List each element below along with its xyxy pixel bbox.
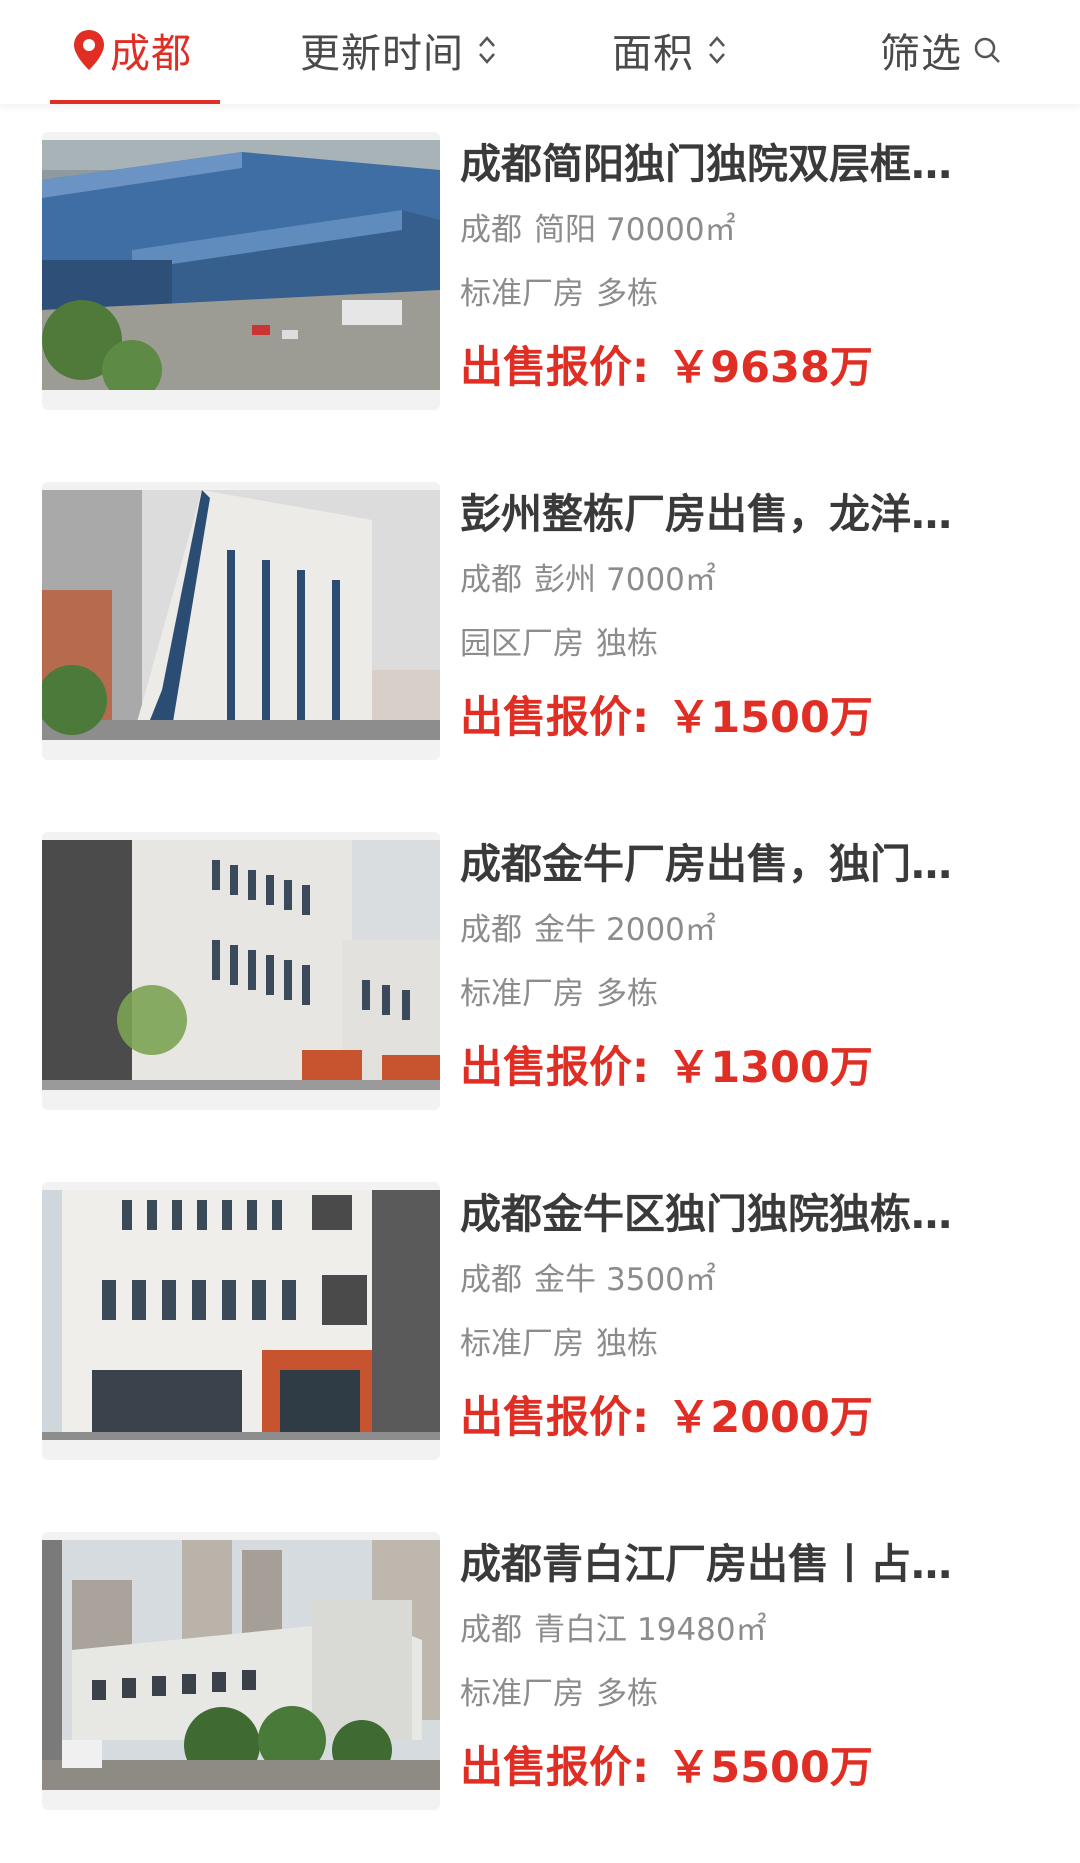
listing-price: 出售报价: ￥5500万 [460, 1738, 1020, 1798]
office-building-photo [42, 840, 440, 1090]
price-value: ￥9638万 [667, 343, 873, 393]
tall-factory-building-photo [42, 490, 440, 740]
price-label: 出售报价: [460, 693, 650, 743]
listing-title[interactable]: 成都简阳独门独院双层框… [460, 136, 1020, 192]
filter-button[interactable]: 筛选 [880, 20, 1002, 80]
listing-type: 园区厂房 [460, 626, 584, 662]
listing-area: 19480㎡ [637, 1612, 767, 1648]
listing-price: 出售报价: ￥1500万 [460, 688, 1020, 748]
sort-update-time-label: 更新时间 [300, 31, 464, 77]
search-icon [974, 37, 1000, 63]
listing-thumbnail[interactable] [42, 1182, 440, 1460]
filter-bar: 成都 更新时间 面积 筛选 [0, 0, 1080, 104]
listing-card[interactable]: 成都金牛厂房出售，独门… 成都 金牛 2000㎡ 标准厂房 多栋 出售报价: ￥1300… [0, 804, 1080, 1110]
listing-price: 出售报价: ￥9638万 [460, 338, 1020, 398]
listing-info: 成都金牛厂房出售，独门… 成都 金牛 2000㎡ 标准厂房 多栋 出售报价: ￥1300… [460, 832, 1020, 1098]
modern-building-photo [42, 1190, 440, 1440]
listing-card[interactable]: 成都简阳独门独院双层框… 成都 简阳 70000㎡ 标准厂房 多栋 出售报价: ￥963… [0, 104, 1080, 410]
listing-title[interactable]: 成都金牛厂房出售，独门… [460, 836, 1020, 892]
listing-tags: 园区厂房 独栋 [460, 622, 1020, 666]
listing-city: 成都 [460, 912, 522, 948]
location-pin-icon [74, 30, 104, 70]
price-value: ￥5500万 [667, 1743, 873, 1793]
listing-thumbnail[interactable] [42, 832, 440, 1110]
listing-building: 多栋 [596, 1676, 658, 1712]
listing-info: 彭州整栋厂房出售，龙洋… 成都 彭州 7000㎡ 园区厂房 独栋 出售报价: ￥1500… [460, 482, 1020, 748]
listing-card[interactable]: 彭州整栋厂房出售，龙洋… 成都 彭州 7000㎡ 园区厂房 独栋 出售报价: ￥1500… [0, 454, 1080, 760]
listing-location: 成都 简阳 70000㎡ [460, 208, 1020, 252]
listing-tags: 标准厂房 多栋 [460, 1672, 1020, 1716]
listing-building: 独栋 [596, 626, 658, 662]
listing-title[interactable]: 成都青白江厂房出售丨占… [460, 1536, 1020, 1592]
listing-type: 标准厂房 [460, 1326, 584, 1362]
listing-location: 成都 金牛 3500㎡ [460, 1258, 1020, 1302]
listing-area: 2000㎡ [606, 912, 716, 948]
listing-area: 70000㎡ [606, 212, 736, 248]
price-value: ￥1500万 [667, 693, 873, 743]
old-factory-photo [42, 1540, 440, 1790]
listing-district: 金牛 [534, 1262, 596, 1298]
listing-type: 标准厂房 [460, 976, 584, 1012]
sort-arrows-icon [479, 36, 495, 64]
listing-building: 独栋 [596, 1326, 658, 1362]
listing-card[interactable]: 成都金牛区独门独院独栋… 成都 金牛 3500㎡ 标准厂房 独栋 出售报价: ￥2000… [0, 1154, 1080, 1460]
listing-building: 多栋 [596, 976, 658, 1012]
listing-tags: 标准厂房 多栋 [460, 272, 1020, 316]
listing-thumbnail[interactable] [42, 482, 440, 760]
listing-type: 标准厂房 [460, 276, 584, 312]
price-label: 出售报价: [460, 1393, 650, 1443]
listing-title[interactable]: 成都金牛区独门独院独栋… [460, 1186, 1020, 1242]
listing-location: 成都 金牛 2000㎡ [460, 908, 1020, 952]
listing-price: 出售报价: ￥2000万 [460, 1388, 1020, 1448]
listing-tags: 标准厂房 多栋 [460, 972, 1020, 1016]
sort-area-button[interactable]: 面积 [612, 20, 728, 80]
sort-update-time-button[interactable]: 更新时间 [300, 20, 498, 80]
price-label: 出售报价: [460, 343, 650, 393]
listing-district: 简阳 [534, 212, 596, 248]
price-label: 出售报价: [460, 1743, 650, 1793]
sort-area-label: 面积 [612, 31, 694, 77]
listing-tags: 标准厂房 独栋 [460, 1322, 1020, 1366]
listing-type: 标准厂房 [460, 1676, 584, 1712]
listing-district: 彭州 [534, 562, 596, 598]
aerial-warehouse-photo [42, 140, 440, 390]
listing-thumbnail[interactable] [42, 1532, 440, 1810]
listing-area: 3500㎡ [606, 1262, 716, 1298]
price-value: ￥2000万 [667, 1393, 873, 1443]
listing-city: 成都 [460, 212, 522, 248]
listing-location: 成都 彭州 7000㎡ [460, 558, 1020, 602]
price-value: ￥1300万 [667, 1043, 873, 1093]
listing-city: 成都 [460, 1612, 522, 1648]
listing-title[interactable]: 彭州整栋厂房出售，龙洋… [460, 486, 1020, 542]
listing-district: 金牛 [534, 912, 596, 948]
active-tab-underline [50, 100, 220, 104]
listing-price: 出售报价: ￥1300万 [460, 1038, 1020, 1098]
filter-label: 筛选 [880, 31, 962, 77]
listing-area: 7000㎡ [606, 562, 716, 598]
listing-card[interactable]: 成都青白江厂房出售丨占… 成都 青白江 19480㎡ 标准厂房 多栋 出售报价: ￥55… [0, 1504, 1080, 1810]
city-selector[interactable]: 成都 [72, 20, 192, 80]
listing-info: 成都简阳独门独院双层框… 成都 简阳 70000㎡ 标准厂房 多栋 出售报价: ￥963… [460, 132, 1020, 398]
listing-thumbnail[interactable] [42, 132, 440, 410]
price-label: 出售报价: [460, 1043, 650, 1093]
listing-location: 成都 青白江 19480㎡ [460, 1608, 1020, 1652]
sort-arrows-icon [709, 36, 725, 64]
listing-district: 青白江 [534, 1612, 627, 1648]
listing-info: 成都青白江厂房出售丨占… 成都 青白江 19480㎡ 标准厂房 多栋 出售报价: ￥55… [460, 1532, 1020, 1798]
listing-city: 成都 [460, 1262, 522, 1298]
listing-city: 成都 [460, 562, 522, 598]
listing-building: 多栋 [596, 276, 658, 312]
city-label: 成都 [110, 31, 192, 77]
listing-info: 成都金牛区独门独院独栋… 成都 金牛 3500㎡ 标准厂房 独栋 出售报价: ￥2000… [460, 1182, 1020, 1448]
